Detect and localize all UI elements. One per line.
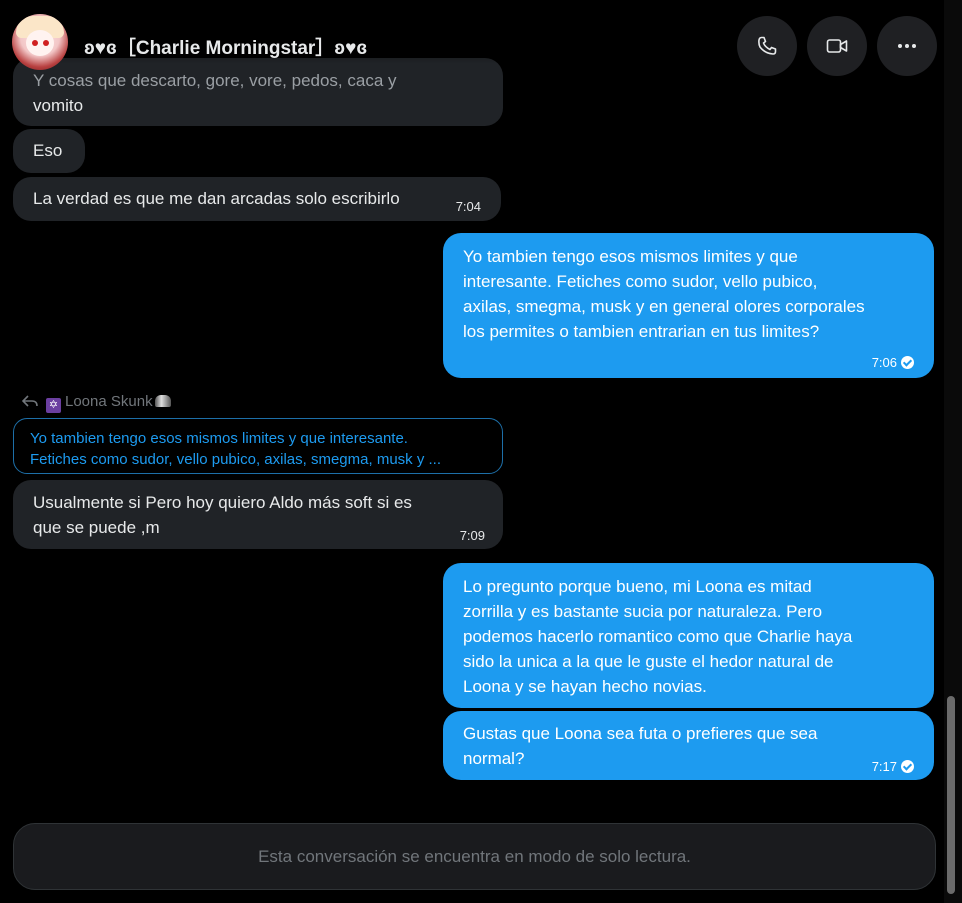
message-text: vomito <box>33 96 84 115</box>
readonly-composer: Esta conversación se encuentra en modo d… <box>13 823 936 890</box>
reply-arrow-icon <box>21 395 38 407</box>
message-list[interactable]: Y cosas que descarto, gore, vore, pedos,… <box>0 0 944 810</box>
message-text: Y cosas que descarto, gore, vore, pedos,… <box>33 71 397 90</box>
message-status: 7:17 <box>872 754 914 779</box>
reply-author: Loona Skunk <box>65 393 153 410</box>
more-icon <box>898 44 916 48</box>
quoted-text: Yo tambien tengo esos mismos limites y q… <box>30 430 408 447</box>
quoted-message[interactable]: Yo tambien tengo esos mismos limites y q… <box>13 418 503 474</box>
message-status: 7:06 <box>872 350 914 375</box>
message-timestamp: 7:09 <box>459 528 485 543</box>
skunk-icon <box>154 395 171 407</box>
conversation-title[interactable]: ʚ♥ɞ［Charlie Morningstar］ʚ♥ɞ <box>84 33 367 60</box>
message-incoming[interactable]: Usualmente si Pero hoy quiero Aldo más s… <box>13 480 503 549</box>
message-text: Usualmente si Pero hoy quiero Aldo más s… <box>33 493 412 512</box>
message-text: Eso <box>33 141 63 160</box>
scrollbar-thumb[interactable] <box>947 696 955 894</box>
message-text: interesante. Fetiches como sudor, vello … <box>463 272 818 291</box>
message-timestamp: 7:04 <box>455 199 481 214</box>
more-options-button[interactable] <box>877 16 937 76</box>
avatar[interactable] <box>12 14 68 70</box>
message-text: axilas, smegma, musk y en general olores… <box>463 297 865 316</box>
video-icon <box>826 39 848 53</box>
phone-icon <box>758 36 777 55</box>
message-text: Yo tambien tengo esos mismos limites y q… <box>463 247 798 266</box>
message-text: los permites o tambien entrarian en tus … <box>463 322 820 341</box>
message-incoming[interactable]: La verdad es que me dan arcadas solo esc… <box>13 177 501 221</box>
video-call-button[interactable] <box>807 16 867 76</box>
message-outgoing[interactable]: Yo tambien tengo esos mismos limites y q… <box>443 233 934 378</box>
message-text: sido la unica a la que le guste el hedor… <box>463 652 834 671</box>
message-text: Lo pregunto porque bueno, mi Loona es mi… <box>463 577 812 596</box>
message-incoming[interactable]: Y cosas que descarto, gore, vore, pedos,… <box>13 58 503 126</box>
message-timestamp: 7:06 <box>871 355 897 370</box>
message-incoming[interactable]: Eso <box>13 129 85 173</box>
read-check-icon <box>901 760 914 773</box>
message-text: Loona y se hayan hecho novias. <box>463 677 707 696</box>
reply-indicator: ✡ Loona Skunk <box>21 393 171 413</box>
message-text: que se puede ,m <box>33 518 160 537</box>
message-timestamp: 7:17 <box>871 759 897 774</box>
message-outgoing[interactable]: Gustas que Loona sea futa o prefieres qu… <box>443 711 934 780</box>
message-text: normal? <box>463 749 525 768</box>
read-check-icon <box>901 356 914 369</box>
message-outgoing[interactable]: Lo pregunto porque bueno, mi Loona es mi… <box>443 563 934 708</box>
quoted-text: Fetiches como sudor, vello pubico, axila… <box>30 451 441 468</box>
call-button[interactable] <box>737 16 797 76</box>
message-text: zorrilla y es bastante sucia por natural… <box>463 602 823 621</box>
message-text: podemos hacerlo romantico como que Charl… <box>463 627 853 646</box>
message-text: Gustas que Loona sea futa o prefieres qu… <box>463 724 818 743</box>
message-text: La verdad es que me dan arcadas solo esc… <box>33 189 400 208</box>
readonly-notice: Esta conversación se encuentra en modo d… <box>258 846 691 866</box>
star-of-david-icon: ✡ <box>46 398 61 413</box>
